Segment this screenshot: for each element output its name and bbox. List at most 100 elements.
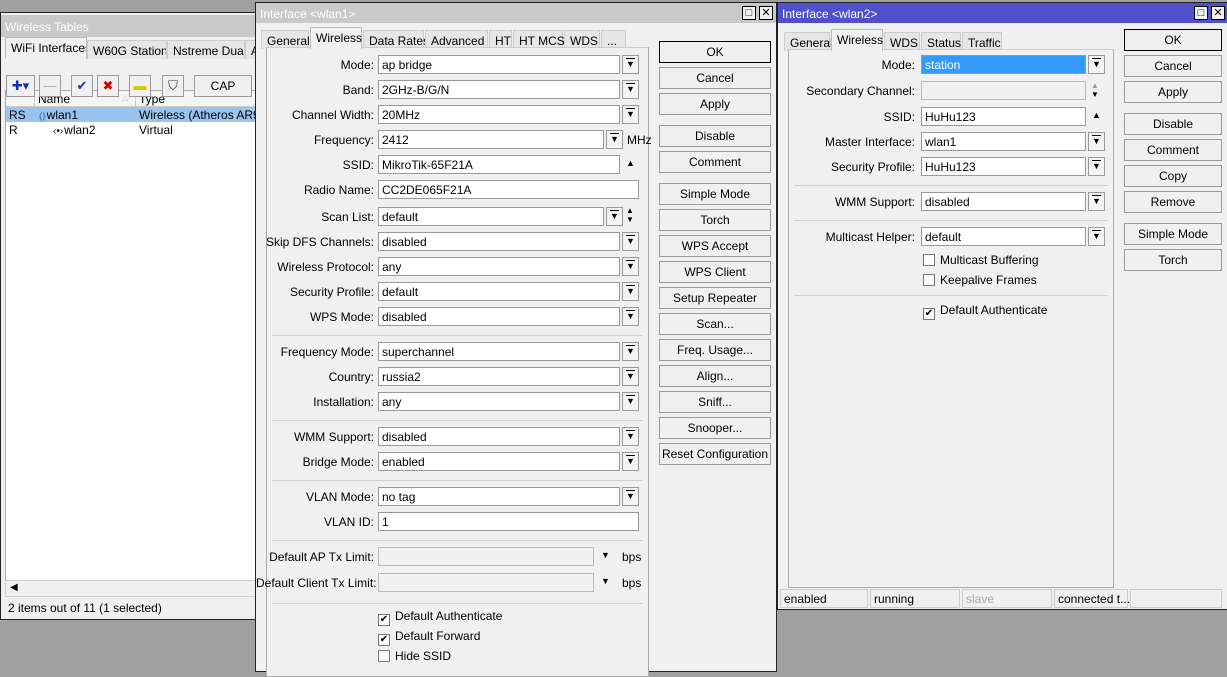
mode-input[interactable]: ap bridge [378,55,620,74]
multicast-buffering-checkbox[interactable]: Multicast Buffering [923,253,1039,267]
skip-dfs-channels-input[interactable]: disabled [378,232,620,251]
simple-mode-button[interactable]: Simple Mode [1124,223,1222,245]
checkmark-icon[interactable]: ✔ [378,634,390,646]
channel-width-input[interactable]: 20MHz [378,105,620,124]
align-button[interactable]: Align... [659,365,771,387]
ok-button[interactable]: OK [1124,29,1222,51]
default-ap-tx-limit-input[interactable] [378,547,594,566]
tab-wireless[interactable]: Wireless [310,27,362,49]
band-dropdown-button[interactable]: ▼ [622,80,639,99]
wireless-protocol-dropdown-button[interactable]: ▼ [622,257,639,276]
vlan-mode-input[interactable]: no tag [378,487,620,506]
wireless-tables-titlebar[interactable]: Wireless Tables [1,15,256,37]
copy-button[interactable]: Copy [1124,165,1222,187]
wps-accept-button[interactable]: WPS Accept [659,235,771,257]
scroll-left-icon[interactable]: ◀ [10,582,18,593]
simple-mode-button[interactable]: Simple Mode [659,183,771,205]
wmm-support-dropdown-button[interactable]: ▼ [622,427,639,446]
default-client-tx-limit-input[interactable] [378,573,594,592]
scan-list-input[interactable]: default [378,207,604,226]
disable-button[interactable]: Disable [659,125,771,147]
secondary-channel-input[interactable] [921,81,1086,100]
frequency-mode-dropdown-button[interactable]: ▼ [622,342,639,361]
reset-configuration-button[interactable]: Reset Configuration [659,443,771,465]
default-forward-checkbox[interactable]: ✔ Default Forward [378,629,480,646]
tab-nstreme-dual[interactable]: Nstreme Dual [167,40,245,59]
checkbox-icon[interactable] [378,650,390,662]
checkbox-icon[interactable] [923,274,935,286]
cap-button[interactable]: CAP [194,75,252,97]
wmm-support-input[interactable]: disabled [378,427,620,446]
country-input[interactable]: russia2 [378,367,620,386]
checkmark-icon[interactable]: ✔ [378,614,390,626]
comment-button[interactable]: Comment [659,151,771,173]
mode-dropdown-button[interactable]: ▼ [622,55,639,74]
remove-button[interactable]: Remove [1124,191,1222,213]
maximize-icon[interactable]: □ [742,6,756,20]
close-icon[interactable]: ✕ [1211,6,1225,20]
default-authenticate-checkbox[interactable]: ✔ Default Authenticate [923,303,1047,320]
bridge-mode-dropdown-button[interactable]: ▼ [622,452,639,471]
tab-wireless[interactable]: Wireless [831,29,883,51]
default-ap-tx-limit-dropdown-icon[interactable]: ▼ [601,550,610,560]
frequency-input[interactable]: 2412 [378,130,604,149]
scan-list-dropdown-button[interactable]: ▼ [606,207,623,226]
wireless-protocol-input[interactable]: any [378,257,620,276]
maximize-icon[interactable]: □ [1194,6,1208,20]
add-button[interactable]: ✚▾ [6,75,35,97]
enable-button[interactable]: ✔ [71,75,93,97]
cancel-button[interactable]: Cancel [659,67,771,89]
bridge-mode-input[interactable]: enabled [378,452,620,471]
security-profile-input[interactable]: default [378,282,620,301]
tab-w60g-station[interactable]: W60G Station [87,40,167,59]
remove-button[interactable]: — [39,75,61,97]
ok-button[interactable]: OK [659,41,771,63]
default-client-tx-limit-dropdown-icon[interactable]: ▼ [601,576,610,586]
disable-button[interactable]: ✖ [97,75,119,97]
vlan-id-input[interactable]: 1 [378,512,639,531]
mode-dropdown-button[interactable]: ▼ [1088,55,1105,74]
multicast-helper-input[interactable]: default [921,227,1086,246]
cancel-button[interactable]: Cancel [1124,55,1222,77]
table-row[interactable]: R ‹•›wlan2 Virtual [6,122,258,137]
wmm-support-dropdown-button[interactable]: ▼ [1088,192,1105,211]
horizontal-scrollbar[interactable]: ◀ [5,580,257,597]
comment-button[interactable]: Comment [1124,139,1222,161]
security-profile-dropdown-button[interactable]: ▼ [1088,157,1105,176]
disable-button[interactable]: Disable [1124,113,1222,135]
comment-button[interactable]: ▬ [129,75,151,97]
installation-dropdown-button[interactable]: ▼ [622,392,639,411]
wlan1-titlebar[interactable]: Interface <wlan1> [256,3,776,23]
master-interface-input[interactable]: wlan1 [921,132,1086,151]
multicast-helper-dropdown-button[interactable]: ▼ [1088,227,1105,246]
checkmark-icon[interactable]: ✔ [923,308,935,320]
frequency-dropdown-button[interactable]: ▼ [606,130,623,149]
snooper-button[interactable]: Snooper... [659,417,771,439]
apply-button[interactable]: Apply [659,93,771,115]
wps-mode-dropdown-button[interactable]: ▼ [622,307,639,326]
radio-name-input[interactable]: CC2DE065F21A [378,180,639,199]
wlan2-titlebar[interactable]: Interface <wlan2> [778,3,1227,23]
sniff-button[interactable]: Sniff... [659,391,771,413]
mode-input[interactable]: station [921,55,1086,74]
vlan-mode-dropdown-button[interactable]: ▼ [622,487,639,506]
apply-button[interactable]: Apply [1124,81,1222,103]
country-dropdown-button[interactable]: ▼ [622,367,639,386]
ssid-collapse-icon[interactable]: ▲ [1092,110,1101,120]
channel-width-dropdown-button[interactable]: ▼ [622,105,639,124]
band-input[interactable]: 2GHz-B/G/N [378,80,620,99]
skip-dfs-channels-dropdown-button[interactable]: ▼ [622,232,639,251]
scan-list-expand-icon[interactable]: ▲ ▼ [626,206,634,224]
close-icon[interactable]: ✕ [759,6,773,20]
ssid-input[interactable]: HuHu123 [921,107,1086,126]
ssid-collapse-icon[interactable]: ▲ [626,158,635,168]
tab-wifi-interfaces[interactable]: WiFi Interfaces [5,37,87,59]
wps-mode-input[interactable]: disabled [378,307,620,326]
table-row[interactable]: RS ⦅⦆wlan1 Wireless (Atheros AR9... [6,107,258,122]
master-interface-dropdown-button[interactable]: ▼ [1088,132,1105,151]
keepalive-frames-checkbox[interactable]: Keepalive Frames [923,273,1037,287]
default-authenticate-checkbox[interactable]: ✔ Default Authenticate [378,609,502,626]
torch-button[interactable]: Torch [1124,249,1222,271]
security-profile-input[interactable]: HuHu123 [921,157,1086,176]
secondary-channel-expand-icon[interactable]: ▲ ▼ [1091,81,1099,99]
